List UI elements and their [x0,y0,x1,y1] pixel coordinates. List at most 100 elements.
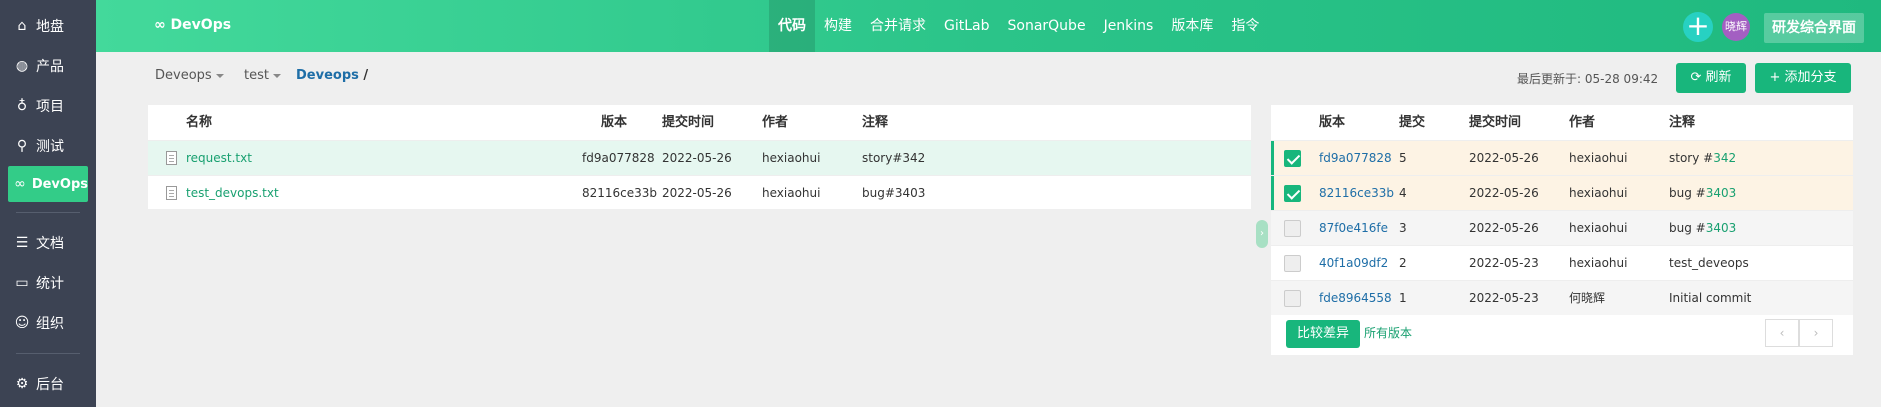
users-icon: ☺ [14,315,30,331]
commit-revision-link[interactable]: 40f1a09df2 [1319,246,1388,281]
last-updated-value: 05-28 09:42 [1584,72,1659,86]
nav-gitlab[interactable]: GitLab [935,0,999,52]
avatar[interactable]: 晓辉 [1722,13,1750,41]
col-header-comment: 注释 [862,115,889,130]
breadcrumb: Deveops / [296,68,368,83]
all-versions-link[interactable]: 所有版本 [1364,316,1412,351]
table-row[interactable]: request.txt fd9a077828 2022-05-26 hexiao… [148,140,1251,175]
sidebar-item-stats[interactable]: ▭ 统计 [0,263,96,303]
commit-revision-link[interactable]: fd9a077828 [1319,141,1392,176]
caret-down-icon [272,73,281,78]
commit-checkbox[interactable] [1284,150,1301,167]
sidebar-item-test[interactable]: ⚲ 测试 [0,126,96,166]
file-date: 2022-05-26 [662,186,732,200]
sidebar-item-label: 地盘 [36,19,64,35]
sidebar-item-label: 测试 [36,139,64,155]
commit-row[interactable]: fde8964558 1 2022-05-23 何晓辉 Initial comm… [1271,280,1853,315]
top-header: ∞ DevOps 代码 构建 合并请求 GitLab SonarQube Jen… [96,0,1881,52]
commit-number: 4 [1399,186,1407,200]
sidebar-item-admin[interactable]: ⚙ 后台 [0,364,96,404]
sidebar-item-doc[interactable]: ☰ 文档 [0,223,96,263]
search-icon: ⚲ [16,138,28,154]
sidebar-item-devops[interactable]: ∞ DevOps [8,166,88,202]
prev-page-button[interactable]: ‹ [1765,319,1799,347]
file-name-link[interactable]: test_devops.txt [186,176,279,211]
repo-select[interactable]: Deveops [155,68,224,83]
file-icon [166,186,177,200]
file-revision: fd9a077828 [582,151,655,165]
commit-date: 2022-05-26 [1469,186,1539,200]
commit-author: hexiaohui [1569,256,1628,270]
story-link[interactable]: 342 [1713,151,1736,165]
infinity-icon: ∞ [14,176,26,192]
comment-text: bug # [1669,186,1706,200]
nav-commands[interactable]: 指令 [1222,0,1268,52]
brand-label: DevOps [170,17,232,33]
commit-checkbox[interactable] [1284,255,1301,272]
sidebar-item-project[interactable]: ♁ 项目 [0,86,96,126]
nav-merge-request[interactable]: 合并请求 [861,0,935,52]
sidebar-item-org[interactable]: ☺ 组织 [0,303,96,343]
commit-date: 2022-05-26 [1469,151,1539,165]
file-author: hexiaohui [762,186,821,200]
col-header-comment: 注释 [1669,115,1696,130]
commit-comment: bug #3403 [1669,211,1736,246]
bug-link[interactable]: 3403 [1706,221,1737,235]
nav-sonarqube[interactable]: SonarQube [999,0,1095,52]
commit-row[interactable]: 40f1a09df2 2 2022-05-23 hexiaohui test_d… [1271,245,1853,280]
nav-repository[interactable]: 版本库 [1162,0,1222,52]
commit-author: 何晓辉 [1569,291,1606,305]
file-name-link[interactable]: request.txt [186,141,252,176]
chevron-right-icon: › [1260,228,1264,239]
add-branch-label: 添加分支 [1784,70,1837,85]
commit-row[interactable]: 82116ce33b 4 2022-05-26 hexiaohui bug #3… [1271,175,1853,211]
create-button[interactable]: + [1683,12,1713,42]
sidebar-item-dashboard[interactable]: ⌂ 地盘 [0,6,96,46]
nav-build[interactable]: 构建 [815,0,861,52]
plus-icon: + [1769,70,1781,85]
sidebar-divider [16,212,80,213]
sidebar-item-product[interactable]: ◍ 产品 [0,46,96,86]
breadcrumb-repo-link[interactable]: Deveops [296,68,359,83]
infinity-icon: ∞ [154,17,166,33]
gear-icon: ⚙ [15,376,29,392]
sidebar-item-label: 后台 [36,377,64,393]
collapse-handle[interactable]: › [1256,220,1268,248]
document-icon: ☰ [15,235,29,251]
brand-logo[interactable]: ∞ DevOps [154,17,231,33]
next-page-button[interactable]: › [1799,319,1833,347]
commit-revision-link[interactable]: 87f0e416fe [1319,211,1388,246]
col-header-commit: 提交 [1399,115,1426,130]
nav-code[interactable]: 代码 [769,0,815,52]
file-comment: bug#3403 [862,186,926,200]
bug-link[interactable]: 3403 [1706,186,1737,200]
col-header-author: 作者 [1569,115,1596,130]
commit-revision-link[interactable]: 82116ce33b [1319,176,1394,211]
sidebar-item-label: 产品 [36,59,64,75]
commit-checkbox[interactable] [1284,220,1301,237]
file-revision: 82116ce33b [582,186,658,200]
branch-select[interactable]: test [244,68,281,83]
commit-checkbox[interactable] [1284,185,1301,202]
table-row[interactable]: test_devops.txt 82116ce33b 2022-05-26 he… [148,175,1251,210]
chart-icon: ▭ [15,275,29,291]
workbench-button[interactable]: 研发综合界面 [1764,13,1864,43]
caret-down-icon [215,73,224,78]
commit-checkbox[interactable] [1284,290,1301,307]
comment-text: story # [1669,151,1714,165]
add-branch-button[interactable]: + 添加分支 [1755,63,1851,93]
chevron-left-icon: ‹ [1779,326,1785,340]
commit-number: 5 [1399,151,1407,165]
commit-log-panel: 版本 提交 提交时间 作者 注释 fd9a077828 5 2022-05-26… [1271,105,1853,355]
compare-button[interactable]: 比较差异 [1286,320,1360,348]
commit-revision-link[interactable]: fde8964558 [1319,281,1392,316]
commit-row[interactable]: 87f0e416fe 3 2022-05-26 hexiaohui bug #3… [1271,210,1853,245]
refresh-button[interactable]: ⟳ 刷新 [1676,63,1746,93]
home-icon: ⌂ [17,18,27,34]
commit-row[interactable]: fd9a077828 5 2022-05-26 hexiaohui story … [1271,140,1853,176]
nav-jenkins[interactable]: Jenkins [1095,0,1163,52]
commit-comment: bug #3403 [1669,176,1736,211]
branch-select-label: test [244,68,269,83]
sidebar-item-label: 统计 [36,276,64,292]
sidebar-divider [16,353,80,354]
